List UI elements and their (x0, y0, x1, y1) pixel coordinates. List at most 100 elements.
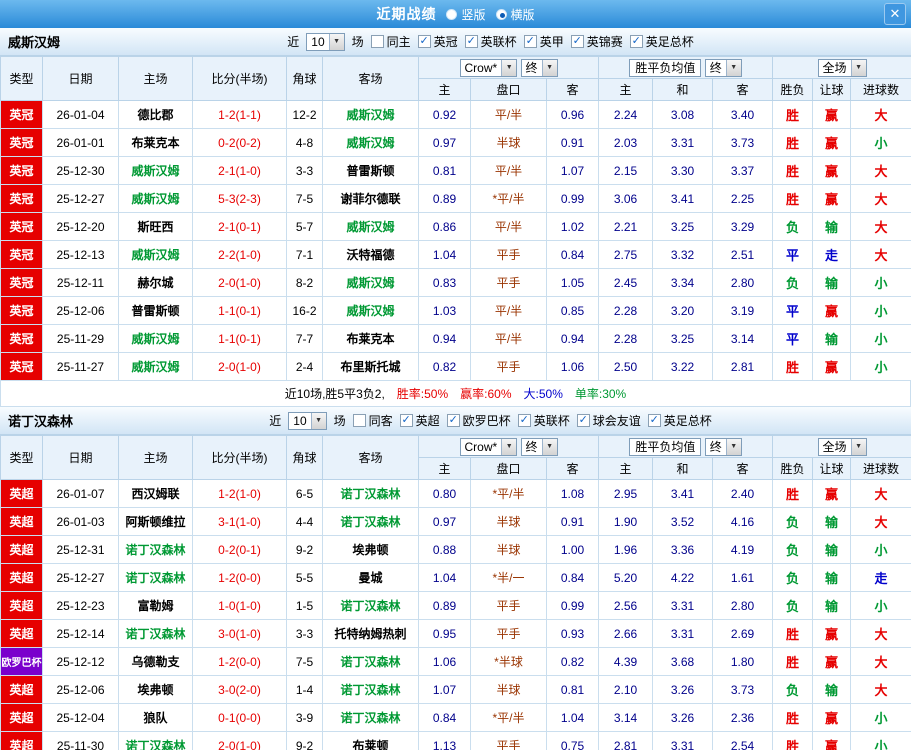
odds-away: 1.08 (545, 479, 600, 508)
corner-count: 12-2 (286, 100, 323, 129)
avg-draw: 3.34 (652, 268, 714, 297)
league-checkbox[interactable]: ✓ 英联杯 (464, 33, 517, 50)
league-type-badge: 英超 (0, 731, 43, 750)
match-row: 英冠 26-01-04 德比郡 1-2(1-1) 12-2 威斯汉姆 0.92 平/半 0.96… (0, 100, 911, 129)
home-team: 威斯汉姆 (118, 240, 193, 269)
layout-radio-vertical[interactable]: 竖版 (446, 6, 486, 23)
odds-away: 1.07 (545, 156, 600, 185)
league-checkbox[interactable]: ✓ 英联杯 (517, 412, 570, 429)
radio-icon (495, 8, 507, 20)
final-odds-select[interactable]: 终 ▼ (520, 437, 558, 456)
league-checkbox[interactable]: ✓ 球会友谊 (576, 412, 641, 429)
odds-source-select[interactable]: Crow* ▼ (459, 437, 518, 456)
corner-count: 4-8 (286, 128, 323, 157)
away-team: 谢菲尔德联 (322, 184, 419, 213)
chevron-down-icon: ▼ (541, 438, 557, 455)
corner-count: 16-2 (286, 296, 323, 325)
corner-count: 5-7 (286, 212, 323, 241)
avg-away: 4.16 (712, 507, 774, 536)
avg-away: 3.14 (712, 324, 774, 353)
avg-away: 2.36 (712, 703, 774, 732)
col-header-away: 客场 (322, 435, 419, 480)
avg-home: 2.03 (598, 128, 654, 157)
league-checkbox[interactable]: ✓ 英足总杯 (647, 412, 712, 429)
result-goals: 小 (850, 268, 911, 297)
result-wdl: 胜 (772, 731, 814, 750)
match-row: 英超 25-12-06 埃弗顿 3-0(2-0) 1-4 诺丁汉森林 1.07 半球 0.81 2… (0, 675, 911, 704)
match-row: 英冠 25-12-27 威斯汉姆 5-3(2-3) 7-5 谢菲尔德联 0.89 *平/半 0.… (0, 184, 911, 213)
avg-draw: 3.31 (652, 128, 714, 157)
away-team: 诺丁汉森林 (322, 675, 419, 704)
checkbox-checked-icon: ✓ (399, 414, 413, 427)
checkbox-label: 英足总杯 (645, 35, 694, 49)
match-date: 25-12-13 (42, 240, 119, 269)
avg-home: 3.06 (598, 184, 654, 213)
match-score: 0-2(0-1) (192, 535, 287, 564)
avg-away: 1.61 (712, 563, 774, 592)
final-odds-select[interactable]: 终 ▼ (704, 437, 742, 456)
odds-away: 0.81 (545, 675, 600, 704)
odds-home: 0.89 (418, 591, 471, 620)
result-goals: 大 (850, 100, 911, 129)
odds-source-select[interactable]: Crow* ▼ (459, 58, 518, 77)
panel-title: 近期战绩 (376, 6, 437, 22)
col-header-corner: 角球 (286, 435, 323, 480)
match-score: 5-3(2-3) (192, 184, 287, 213)
layout-radio-horizontal[interactable]: 横版 (495, 6, 535, 23)
odds-home: 0.86 (418, 212, 471, 241)
handicap-line: *半球 (470, 647, 547, 676)
scope-select[interactable]: 全场 ▼ (817, 58, 867, 77)
away-team: 威斯汉姆 (322, 128, 419, 157)
checkbox-label: 同客 (368, 414, 393, 428)
avg-away: 3.73 (712, 675, 774, 704)
league-checkbox[interactable]: ✓ 欧罗巴杯 (446, 412, 511, 429)
match-count-value: 10 (311, 34, 325, 49)
home-team: 威斯汉姆 (118, 156, 193, 185)
match-count-select[interactable]: 10 ▼ (306, 32, 345, 51)
checkbox-checked-icon: ✓ (570, 35, 584, 48)
close-button[interactable]: ✕ (884, 3, 906, 25)
league-checkbox[interactable]: ✓ 英锦赛 (570, 33, 623, 50)
result-wdl: 负 (772, 675, 814, 704)
avg-away: 3.40 (712, 100, 774, 129)
handicap-line: *半/一 (470, 563, 547, 592)
chevron-down-icon: ▼ (850, 59, 866, 76)
odds-away: 0.99 (545, 591, 600, 620)
league-checkbox[interactable]: ✓ 英超 (399, 412, 440, 429)
away-team: 诺丁汉森林 (322, 507, 419, 536)
result-wdl: 负 (772, 507, 814, 536)
away-team: 诺丁汉森林 (322, 591, 419, 620)
match-score: 3-0(2-0) (192, 675, 287, 704)
odds-away: 0.93 (545, 619, 600, 648)
match-row: 英冠 25-12-13 威斯汉姆 2-2(1-0) 7-1 沃特福德 1.04 平手 0.84 2… (0, 240, 911, 269)
chevron-down-icon: ▼ (725, 59, 741, 76)
league-type-badge: 英超 (0, 507, 43, 536)
final-odds-select[interactable]: 终 ▼ (704, 58, 742, 77)
avg-odds-select[interactable]: 胜平负均值 (629, 437, 702, 456)
avg-draw: 3.31 (652, 731, 714, 750)
home-team: 诺丁汉森林 (118, 731, 193, 750)
odds-home: 0.95 (418, 619, 471, 648)
league-checkbox[interactable]: ✓ 英甲 (523, 33, 564, 50)
same-venue-checkbox[interactable]: 同客 (352, 412, 393, 429)
avg-odds-select[interactable]: 胜平负均值 (629, 58, 702, 77)
avg-draw: 3.52 (652, 507, 714, 536)
odds-away: 0.91 (545, 507, 600, 536)
league-type-badge: 英冠 (0, 100, 43, 129)
filter-bar: 诺丁汉森林 近 10 ▼ 场 同客 ✓ 英超 ✓ 欧罗巴杯 ✓ 英联杯 ✓ 球会… (0, 407, 911, 435)
result-goals: 大 (850, 507, 911, 536)
same-venue-checkbox[interactable]: 同主 (370, 33, 411, 50)
scope-select[interactable]: 全场 ▼ (817, 437, 867, 456)
final-odds-select[interactable]: 终 ▼ (520, 58, 558, 77)
match-count-select[interactable]: 10 ▼ (288, 411, 327, 430)
result-handicap: 赢 (812, 184, 852, 213)
result-wdl: 胜 (772, 128, 814, 157)
league-checkbox[interactable]: ✓ 英冠 (417, 33, 458, 50)
league-checkbox[interactable]: ✓ 英足总杯 (629, 33, 694, 50)
corner-count: 6-5 (286, 479, 323, 508)
summary-stat: 近10场,胜5平3负2, (284, 387, 385, 401)
match-score: 2-1(0-1) (192, 212, 287, 241)
odds-group-header: Crow* ▼ 终 ▼ (417, 56, 600, 79)
near-label: 近 (287, 35, 300, 49)
odds-source-value: Crow* (464, 439, 498, 454)
